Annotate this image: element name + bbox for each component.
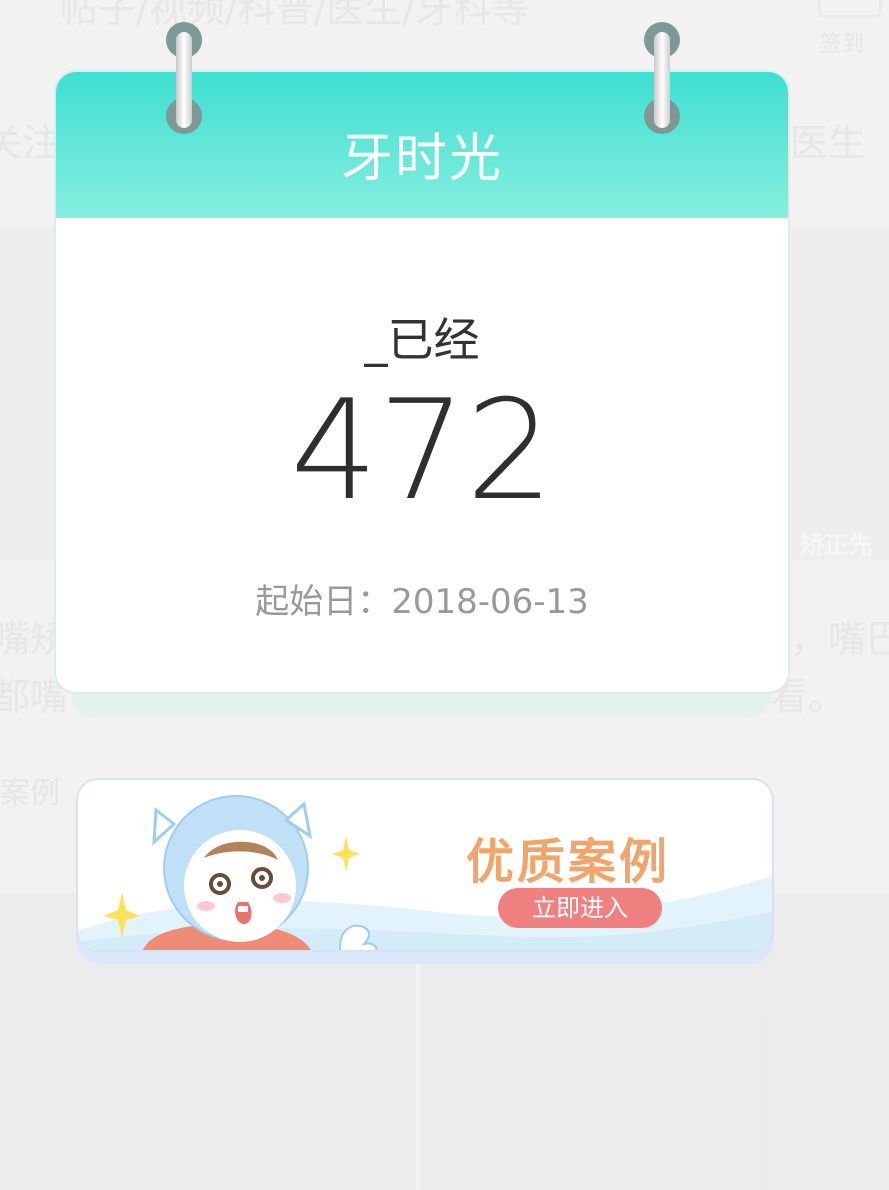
quality-cases-banner[interactable]: 优质案例 立即进入	[76, 778, 774, 964]
tooth-time-calendar-card: 牙时光 _已经 472 起始日：2018-06-13	[54, 70, 790, 717]
start-date: 起始日：2018-06-13	[255, 582, 589, 622]
banner-title: 优质案例	[466, 834, 671, 890]
calendar-ring-left-icon	[166, 22, 202, 134]
elapsed-days-count: 472	[290, 370, 554, 531]
elapsed-label: _已经	[364, 313, 480, 367]
enter-now-button[interactable]: 立即进入	[498, 888, 662, 928]
calendar-ring-right-icon	[644, 22, 680, 134]
calendar-body: 牙时光 _已经 472 起始日：2018-06-13	[54, 70, 790, 694]
banner-body[interactable]: 优质案例 立即进入	[76, 778, 774, 952]
